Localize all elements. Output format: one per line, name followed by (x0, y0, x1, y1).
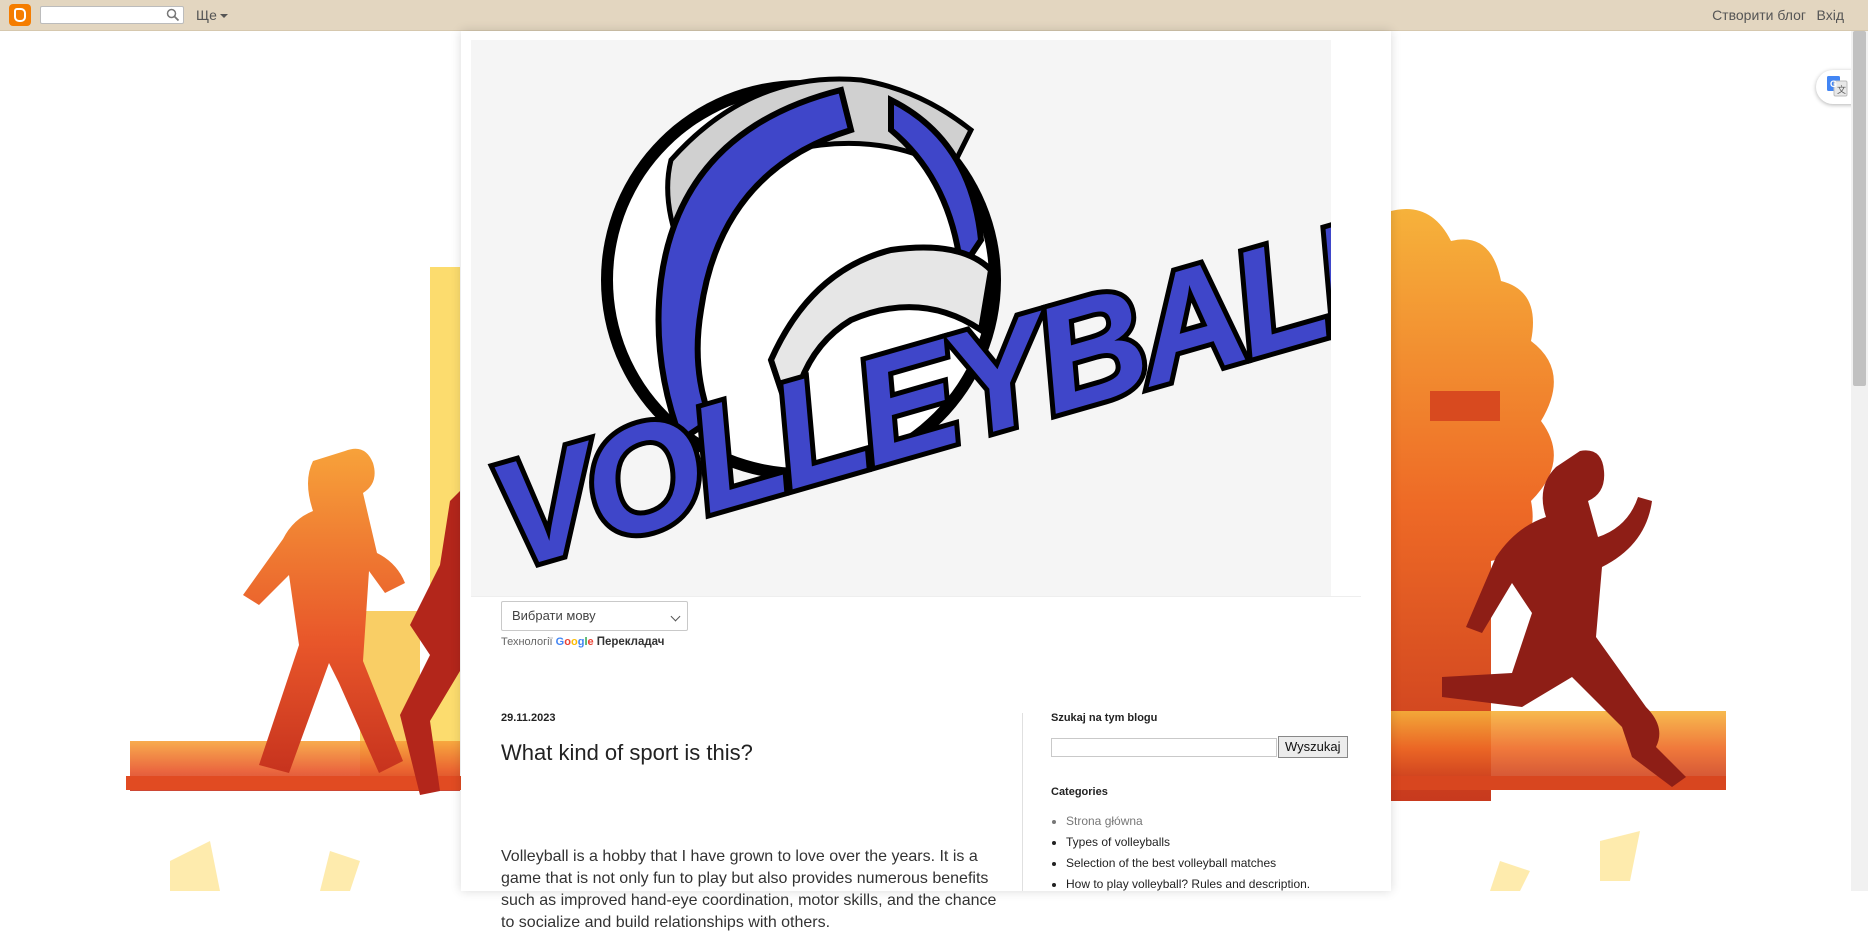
category-link-types[interactable]: Types of volleyballs (1066, 832, 1310, 853)
blog-search-button[interactable]: Wyszukaj (1278, 736, 1348, 758)
powered-by-google-translate: Технології Google Перекладач (501, 636, 664, 648)
more-menu[interactable]: Ще (196, 7, 228, 23)
navbar-search-input[interactable] (40, 6, 184, 24)
post-date: 29.11.2023 (501, 712, 556, 724)
blog-main-column: VOLLEYBALL Вибрати мову Технології Googl… (461, 31, 1391, 931)
language-select-value: Вибрати мову (512, 608, 596, 623)
column-divider (1022, 713, 1023, 891)
header-divider (471, 596, 1361, 597)
search-icon[interactable] (166, 8, 180, 22)
category-link-home[interactable]: Strona główna (1066, 811, 1310, 832)
svg-text:文: 文 (1837, 84, 1846, 96)
login-link[interactable]: Вхід (1817, 7, 1844, 23)
more-label: Ще (196, 7, 217, 23)
post-body: Volleyball is a hobby that I have grown … (501, 848, 997, 931)
svg-text:G: G (1830, 79, 1837, 89)
create-blog-link[interactable]: Створити блог (1712, 7, 1806, 23)
volleyball-header-image[interactable]: VOLLEYBALL (471, 40, 1331, 596)
categories-list: Strona główna Types of volleyballs Selec… (1051, 811, 1310, 895)
powered-by-label: Технології (501, 636, 553, 648)
category-link-rules[interactable]: How to play volleyball? Rules and descri… (1066, 874, 1310, 895)
scrollbar-thumb[interactable] (1853, 31, 1866, 386)
chevron-down-icon (670, 611, 681, 622)
categories-heading: Categories (1051, 786, 1108, 798)
search-widget-heading: Szukaj na tym blogu (1051, 712, 1158, 724)
google-translate-icon: G 文 (1827, 76, 1848, 97)
translator-link[interactable]: Перекладач (597, 636, 665, 648)
chevron-down-icon (219, 14, 228, 19)
google-translate-button[interactable]: G 文 (1816, 70, 1856, 104)
blogger-navbar: Ще Створити блог Вхід (0, 0, 1868, 31)
category-link-matches[interactable]: Selection of the best volleyball matches (1066, 853, 1310, 874)
language-select[interactable]: Вибрати мову (501, 601, 688, 631)
blogger-logo-icon[interactable] (9, 4, 31, 26)
google-logo: Google (555, 636, 594, 648)
blog-search-input[interactable] (1051, 738, 1277, 757)
post-title[interactable]: What kind of sport is this? (501, 740, 753, 766)
